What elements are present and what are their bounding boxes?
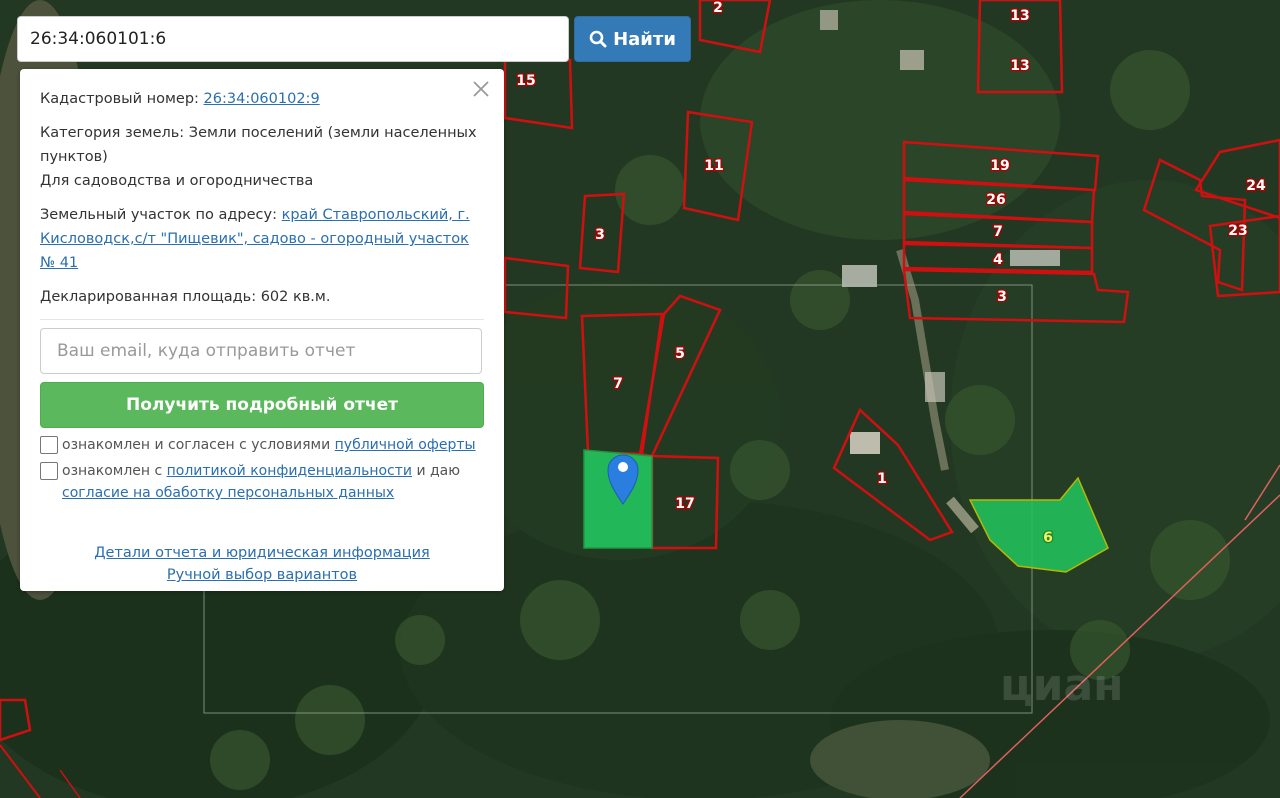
plot-label: 23 — [1228, 223, 1247, 239]
category-label: Категория земель: — [40, 125, 185, 141]
offer-checkbox[interactable] — [40, 436, 58, 454]
plot-label: 17 — [675, 496, 694, 512]
get-report-button[interactable]: Получить подробный отчет — [40, 382, 484, 428]
privacy-consent-text-2: и даю — [416, 463, 461, 479]
area-value: 602 кв.м. — [260, 289, 331, 305]
plot-label: 3 — [595, 227, 605, 243]
search-button[interactable]: Найти — [574, 16, 691, 62]
divider — [40, 319, 484, 320]
plot-label: 7 — [613, 376, 623, 392]
category-row: Категория земель: Земли поселений (земли… — [40, 121, 484, 169]
cadastral-row: Кадастровый номер: 26:34:060102:9 — [40, 87, 484, 111]
privacy-consent: ознакомлен с политикой конфиденциальност… — [40, 460, 484, 504]
personal-data-consent-link[interactable]: согласие на обаботку персональных данных — [62, 485, 394, 501]
address-label: Земельный участок по адресу: — [40, 207, 277, 223]
search-input[interactable] — [17, 16, 569, 62]
privacy-checkbox[interactable] — [40, 462, 58, 480]
public-offer-link[interactable]: публичной оферты — [335, 437, 476, 453]
plot-label: 4 — [993, 252, 1003, 268]
watermark-text: циан — [1000, 660, 1124, 711]
plot-label: 2 — [713, 0, 723, 16]
offer-consent: ознакомлен и согласен с условиями публич… — [40, 434, 484, 456]
area-label: Декларированная площадь: — [40, 289, 257, 305]
privacy-policy-link[interactable]: политикой конфиденциальности — [167, 463, 412, 479]
close-icon[interactable] — [470, 78, 492, 100]
offer-consent-text: ознакомлен и согласен с условиями — [62, 437, 331, 453]
plot-label: 11 — [704, 158, 723, 174]
search-button-label: Найти — [613, 28, 676, 50]
plot-label: 3 — [997, 289, 1007, 305]
cadastral-label: Кадастровый номер: — [40, 91, 199, 107]
address-row: Земельный участок по адресу: край Ставро… — [40, 203, 484, 275]
cadastral-number-link[interactable]: 26:34:060102:9 — [204, 91, 320, 107]
report-details-link[interactable]: Детали отчета и юридическая информация — [94, 542, 430, 564]
plot-label: 1 — [877, 471, 887, 487]
plot-label: 13 — [1010, 58, 1029, 74]
usage-text: Для садоводства и огородничества — [40, 173, 314, 189]
plot-label: 7 — [993, 224, 1003, 240]
plot-label: 19 — [990, 158, 1009, 174]
plot-label: 6 — [1043, 530, 1053, 546]
manual-selection-link[interactable]: Ручной выбор вариантов — [167, 564, 357, 586]
plot-label: 24 — [1246, 178, 1266, 194]
area-row: Декларированная площадь: 602 кв.м. — [40, 285, 484, 309]
email-field[interactable] — [40, 328, 482, 374]
plot-label: 5 — [675, 346, 685, 362]
plot-label: 15 — [516, 73, 535, 89]
footer-links: Детали отчета и юридическая информация Р… — [40, 542, 484, 586]
plot-label: 13 — [1010, 8, 1029, 24]
parcel-info-panel: Кадастровый номер: 26:34:060102:9 Катего… — [20, 69, 504, 591]
plot-label: 26 — [986, 192, 1005, 208]
search-icon — [589, 30, 607, 48]
privacy-consent-text: ознакомлен с — [62, 463, 163, 479]
